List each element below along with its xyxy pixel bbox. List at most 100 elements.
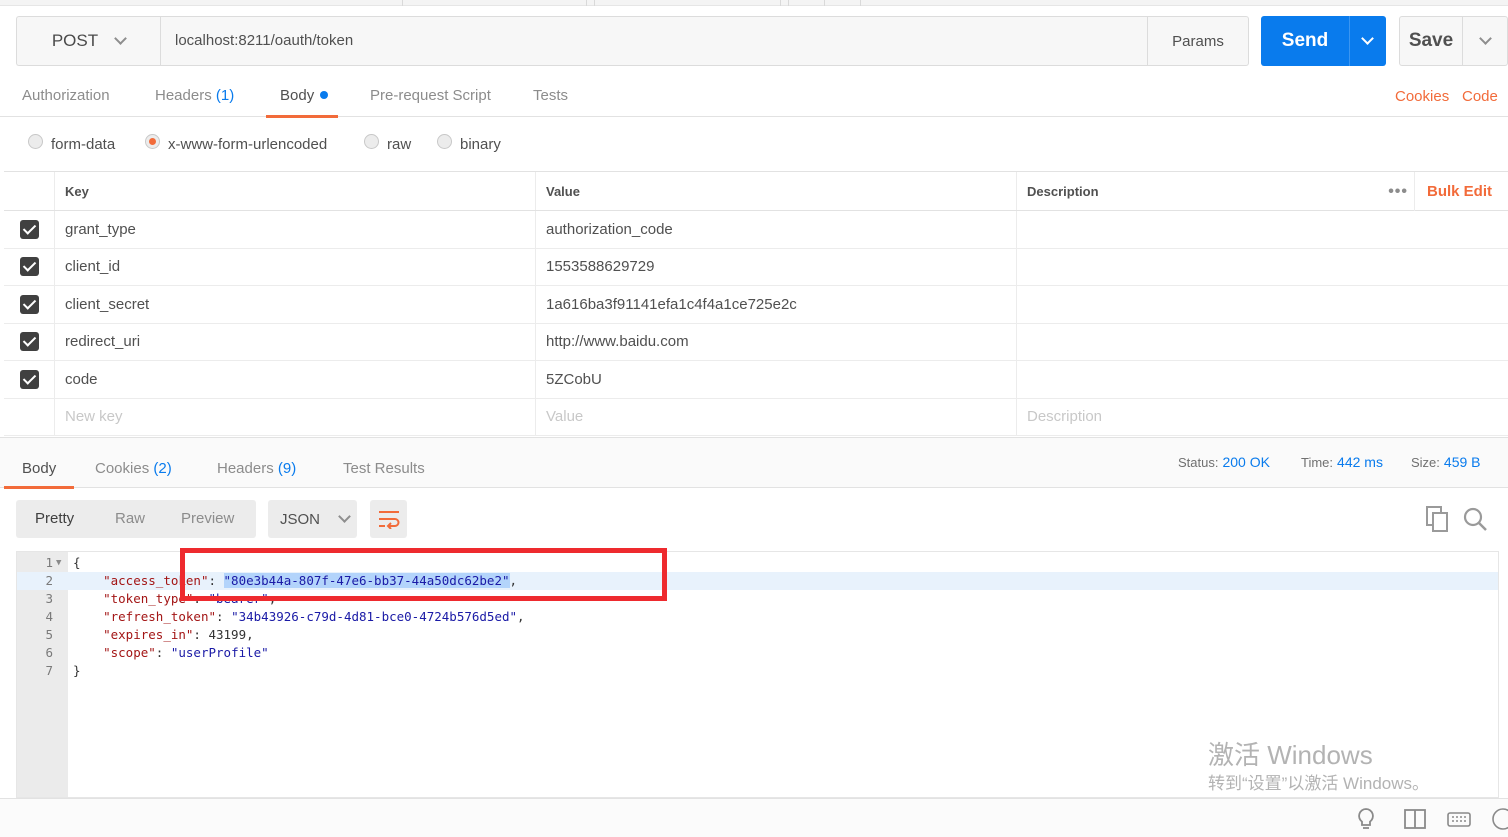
value-cell[interactable]: http://www.baidu.com — [535, 323, 1016, 360]
copy-icon[interactable] — [1425, 505, 1451, 533]
description-cell[interactable] — [1016, 248, 1508, 285]
column-header-key: Key — [54, 172, 535, 210]
table-row: grant_type authorization_code — [4, 211, 1508, 249]
response-tab-test-results[interactable]: Test Results — [343, 438, 425, 488]
modified-dot-icon — [320, 91, 329, 100]
params-button[interactable]: Params — [1147, 16, 1249, 66]
radio-urlencoded[interactable]: x-www-form-urlencoded — [145, 117, 327, 171]
save-button[interactable]: Save — [1399, 16, 1508, 66]
brace-open: { — [73, 555, 81, 570]
description-cell[interactable] — [1016, 323, 1508, 360]
line-number: 4 — [45, 609, 53, 624]
radio-label: binary — [460, 135, 501, 153]
radio-binary[interactable]: binary — [437, 117, 501, 171]
radio-form-data[interactable]: form-data — [28, 117, 115, 171]
language-label: JSON — [280, 510, 321, 528]
new-key-input[interactable]: New key — [54, 398, 535, 435]
new-description-input[interactable]: Description — [1016, 398, 1508, 435]
tab-prerequest-script[interactable]: Pre-request Script — [370, 74, 491, 117]
bottom-status-bar — [0, 798, 1508, 837]
description-cell[interactable] — [1016, 361, 1508, 398]
response-tab-cookies[interactable]: Cookies (2) — [95, 438, 172, 488]
help-icon[interactable] — [1490, 807, 1508, 831]
code-text: { — [73, 554, 81, 572]
value-cell[interactable]: authorization_code — [535, 211, 1016, 248]
brace-close: } — [73, 663, 81, 678]
code-link[interactable]: Code — [1462, 74, 1498, 117]
two-pane-icon[interactable] — [1402, 807, 1428, 831]
url-input[interactable]: localhost:8211/oauth/token — [160, 16, 1148, 66]
method-select[interactable]: POST — [16, 16, 160, 66]
row-checkbox[interactable] — [19, 332, 39, 352]
json-value: 43199 — [208, 627, 247, 642]
language-select[interactable]: JSON — [268, 500, 357, 538]
radio-label: x-www-form-urlencoded — [168, 135, 328, 153]
json-key: "scope" — [103, 645, 156, 660]
key-cell[interactable]: redirect_uri — [54, 323, 535, 360]
radio-raw[interactable]: raw — [364, 117, 411, 171]
size-readout: Size: 459 B — [1411, 438, 1481, 488]
code-text: "expires_in": 43199, — [103, 627, 254, 642]
status-value[interactable]: 200 OK — [1222, 454, 1269, 470]
table-row: client_secret 1a616ba3f91141efa1c4f4a1ce… — [4, 286, 1508, 324]
key-cell[interactable]: code — [54, 361, 535, 398]
key-cell[interactable]: client_secret — [54, 286, 535, 323]
keyboard-icon[interactable] — [1446, 807, 1472, 831]
row-checkbox[interactable] — [19, 219, 39, 239]
chevron-down-icon — [1478, 32, 1492, 45]
tab-divider — [780, 0, 781, 6]
format-pretty-button[interactable]: Pretty — [35, 500, 74, 538]
line-number: 1 — [45, 555, 53, 570]
format-raw-button[interactable]: Raw — [115, 500, 145, 538]
key-cell[interactable]: client_id — [54, 248, 535, 285]
value-cell[interactable]: 5ZCobU — [535, 361, 1016, 398]
send-button[interactable]: Send — [1261, 16, 1386, 66]
time-value[interactable]: 442 ms — [1337, 454, 1383, 470]
description-cell[interactable] — [1016, 286, 1508, 323]
params-table: Key Value Description ••• Bulk Edit gran… — [4, 171, 1508, 436]
tab-divider — [586, 0, 587, 6]
save-options-button[interactable] — [1462, 17, 1508, 65]
chevron-down-icon — [1361, 32, 1374, 45]
row-checkbox[interactable] — [19, 369, 39, 389]
row-checkbox[interactable] — [19, 257, 39, 277]
response-tab-cookies-label: Cookies — [95, 460, 150, 477]
key-cell[interactable]: grant_type — [54, 211, 535, 248]
column-header-description: Description ••• Bulk Edit — [1016, 172, 1508, 211]
tab-body[interactable]: Body — [265, 74, 339, 118]
size-value[interactable]: 459 B — [1444, 454, 1481, 470]
tab-body-label: Body — [280, 87, 315, 104]
response-tab-body[interactable]: Body — [3, 438, 75, 489]
tab-headers[interactable]: Headers (1) — [155, 74, 234, 117]
method-label: POST — [51, 31, 99, 50]
tab-headers-label: Headers — [155, 87, 212, 104]
search-icon[interactable] — [1462, 505, 1488, 533]
tab-authorization[interactable]: Authorization — [22, 74, 110, 117]
tab-divider — [402, 0, 403, 6]
row-checkbox[interactable] — [19, 294, 39, 314]
tab-tests[interactable]: Tests — [533, 74, 568, 117]
value-cell[interactable]: 1553588629729 — [535, 248, 1016, 285]
response-tab-cookies-count: (2) — [153, 460, 172, 477]
radio-circle — [364, 133, 379, 149]
new-value-input[interactable]: Value — [535, 398, 1016, 435]
wrap-lines-icon — [378, 511, 399, 529]
lightbulb-icon[interactable] — [1353, 807, 1379, 831]
table-row: redirect_uri http://www.baidu.com — [4, 323, 1508, 361]
code-text: "refresh_token": "34b43926-c79d-4d81-bce… — [103, 609, 525, 624]
request-tabs: Authorization Headers (1) Body Pre-reque… — [0, 74, 1508, 118]
radio-circle-selected — [145, 133, 160, 149]
size-label: Size: — [1411, 455, 1440, 470]
fold-arrow-icon[interactable]: ▼ — [56, 554, 61, 572]
send-options-button[interactable] — [1349, 16, 1386, 66]
more-options-icon[interactable]: ••• — [1388, 172, 1408, 211]
value-cell[interactable]: 1a616ba3f91141efa1c4f4a1ce725e2c — [535, 286, 1016, 323]
cookies-link[interactable]: Cookies — [1395, 74, 1449, 117]
wrap-lines-button[interactable] — [370, 500, 407, 538]
bulk-edit-link[interactable]: Bulk Edit — [1413, 172, 1492, 211]
format-preview-button[interactable]: Preview — [181, 500, 234, 538]
code-line: 6 "scope": "userProfile" — [17, 644, 1498, 662]
description-cell[interactable] — [1016, 211, 1508, 248]
table-row: client_id 1553588629729 — [4, 248, 1508, 286]
response-tab-headers[interactable]: Headers (9) — [217, 438, 296, 488]
